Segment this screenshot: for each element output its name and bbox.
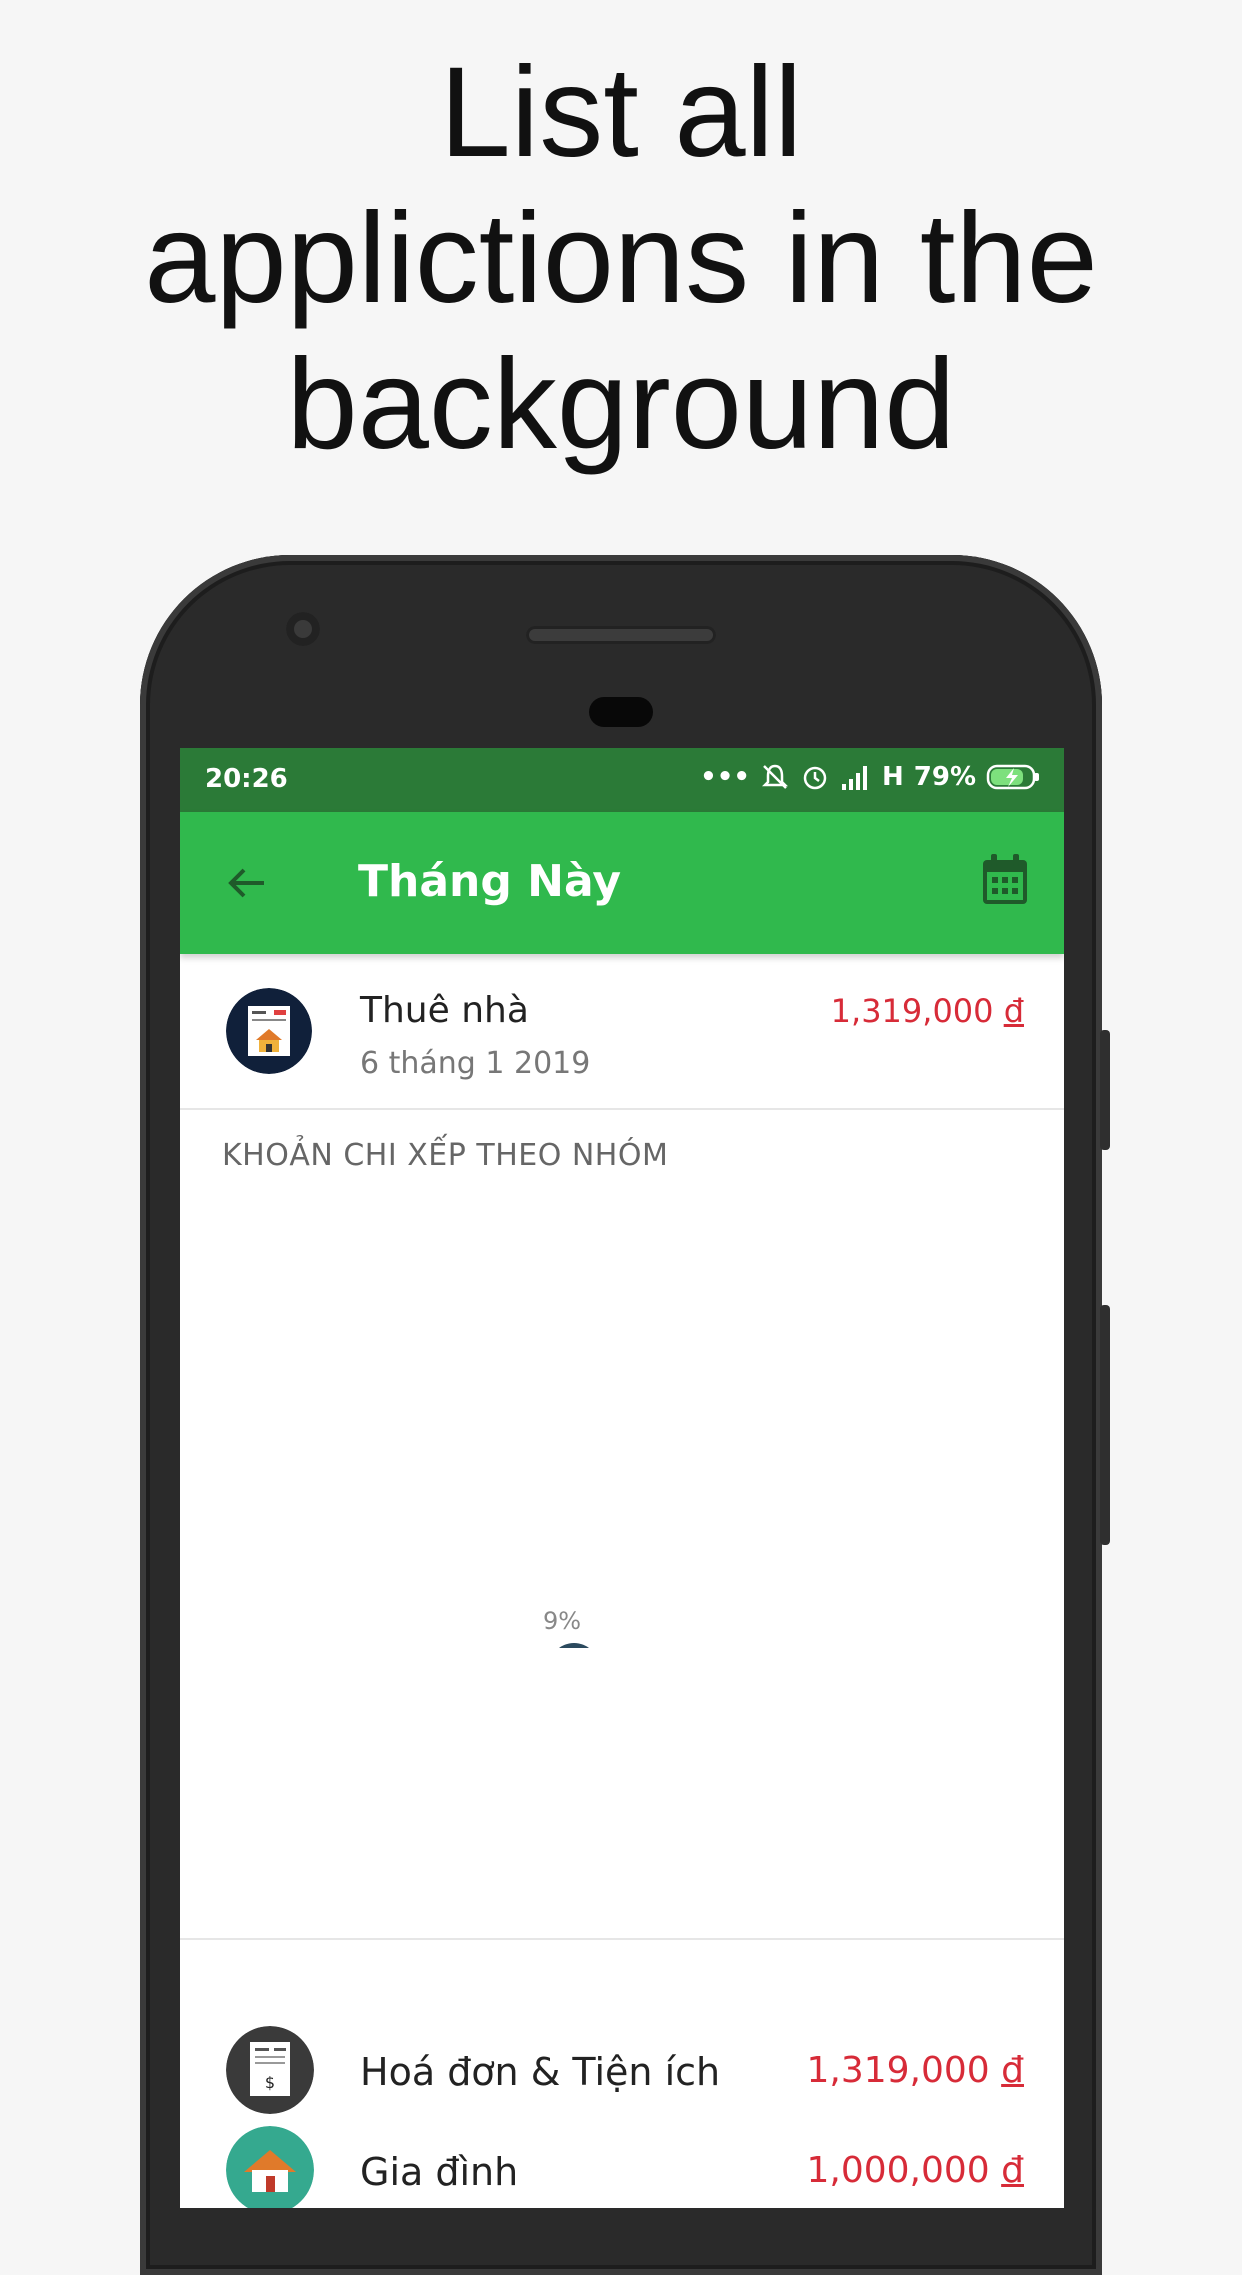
category-amount-value: 1,319,000	[806, 2050, 990, 2091]
headline-line-1: List all	[439, 41, 803, 184]
headline-line-2: applictions in the	[144, 187, 1098, 330]
expense-donut-chart: $ 31%24%14%12%10%9%	[543, 1607, 589, 1648]
currency-symbol: đ	[1001, 2150, 1024, 2191]
phone-power-button	[1100, 1030, 1110, 1150]
transaction-amount-value: 1,319,000	[830, 992, 994, 1030]
page-title: Tháng Này	[358, 856, 622, 907]
calendar-icon[interactable]	[980, 852, 1030, 908]
promo-headline: List all applictions in the background	[0, 40, 1242, 478]
status-bar: 20:26 ••• H 79%	[180, 748, 1064, 812]
category-row-partial[interactable]	[180, 2198, 1064, 2208]
boxes-icon	[559, 1643, 589, 1648]
category-row[interactable]: Gia đình 1,000,000 đ	[180, 2098, 1064, 2208]
signal-icon	[842, 766, 867, 790]
category-name: Gia đình	[360, 2150, 519, 2194]
category-amount: 1,000,000 đ	[806, 2150, 1024, 2191]
muted-bell-icon	[761, 764, 789, 789]
status-icons: ••• H 79%	[700, 762, 1042, 792]
rent-invoice-icon	[226, 988, 312, 1074]
headline-line-3: background	[286, 333, 956, 476]
section-title: KHOẢN CHI XẾP THEO NHÓM	[222, 1138, 669, 1173]
divider	[180, 1938, 1064, 1940]
earpiece-speaker	[526, 626, 716, 644]
proximity-sensor	[589, 697, 653, 727]
back-arrow-icon[interactable]	[222, 858, 272, 908]
transaction-row[interactable]: Thuê nhà 6 tháng 1 2019 1,319,000 đ	[180, 954, 1064, 1104]
slice-percent-label: 9%	[543, 1607, 581, 1635]
category-name: Hoá đơn & Tiện ích	[360, 2050, 721, 2094]
network-type: H	[882, 762, 904, 792]
currency-symbol: đ	[1003, 992, 1024, 1030]
transaction-amount: 1,319,000 đ	[831, 992, 1024, 1030]
category-amount: 1,319,000 đ	[806, 2050, 1024, 2091]
transaction-date: 6 tháng 1 2019	[360, 1046, 591, 1081]
status-time: 20:26	[205, 764, 288, 794]
category-amount-value: 1,000,000	[806, 2150, 990, 2191]
divider	[180, 1108, 1064, 1110]
house-icon	[226, 2126, 314, 2208]
app-bar: Tháng Này	[180, 812, 1064, 954]
alarm-clock-icon	[803, 766, 827, 790]
svg-text:$: $	[265, 2073, 275, 2092]
phone-volume-button	[1100, 1305, 1110, 1545]
phone-screen: 20:26 ••• H 79% Tháng Này Thuê nhà 6 thá…	[180, 748, 1064, 2208]
battery-percent: 79%	[913, 762, 976, 792]
battery-charging-icon	[986, 764, 1039, 790]
more-notifications-icon: •••	[700, 762, 750, 792]
front-camera	[286, 612, 320, 646]
transaction-name: Thuê nhà	[360, 990, 529, 1031]
currency-symbol: đ	[1001, 2050, 1024, 2091]
